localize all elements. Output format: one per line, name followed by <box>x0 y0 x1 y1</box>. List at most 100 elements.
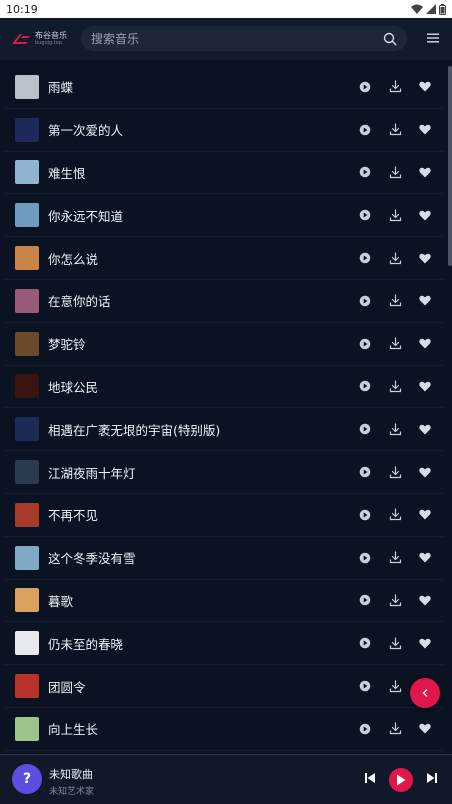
song-row[interactable]: 第一次爱的人 <box>4 109 444 152</box>
download-button[interactable] <box>380 551 410 564</box>
favorite-button[interactable] <box>410 295 440 306</box>
play-song-button[interactable] <box>350 209 380 221</box>
album-cover <box>15 74 39 99</box>
download-button[interactable] <box>380 679 410 693</box>
play-song-button[interactable] <box>350 124 380 136</box>
song-row[interactable]: 在意你的话 <box>4 280 444 323</box>
play-song-button[interactable] <box>350 423 380 435</box>
app-logo[interactable]: 布谷音乐 bugujg.top <box>10 32 76 46</box>
favorite-button[interactable] <box>410 595 440 606</box>
song-row[interactable]: 江湖夜雨十年灯 <box>4 451 444 494</box>
download-button[interactable] <box>380 380 410 393</box>
download-button[interactable] <box>380 637 410 650</box>
song-row[interactable]: 暮歌 <box>4 580 444 623</box>
play-song-button[interactable] <box>350 594 380 606</box>
play-song-button[interactable] <box>350 338 380 350</box>
song-row[interactable]: 不再不见 <box>4 494 444 537</box>
favorite-button[interactable] <box>410 509 440 520</box>
heart-icon <box>419 595 431 606</box>
play-song-button[interactable] <box>350 680 380 692</box>
favorite-button[interactable] <box>410 381 440 392</box>
play-song-button[interactable] <box>350 637 380 649</box>
player-avatar[interactable]: ? <box>12 764 42 794</box>
heart-icon <box>419 424 431 435</box>
play-song-button[interactable] <box>350 166 380 178</box>
download-button[interactable] <box>380 80 410 93</box>
heart-icon <box>419 510 431 520</box>
album-cover <box>15 716 39 741</box>
favorite-button[interactable] <box>410 638 440 649</box>
favorite-button[interactable] <box>410 723 440 734</box>
collapse-button[interactable] <box>410 678 440 708</box>
play-song-button[interactable] <box>350 81 380 93</box>
favorite-button[interactable] <box>410 124 440 135</box>
skip-next-icon[interactable] <box>426 772 438 784</box>
play-song-button[interactable] <box>350 252 380 264</box>
album-cover <box>15 374 39 399</box>
song-row[interactable]: 梦驼铃 <box>4 323 444 366</box>
heart-icon <box>419 210 431 221</box>
search-input[interactable]: 搜索音乐 <box>81 26 407 51</box>
skip-previous-icon[interactable] <box>364 772 376 784</box>
chevron-left-icon <box>422 689 428 697</box>
download-button[interactable] <box>380 465 410 479</box>
song-row[interactable]: 雨蝶 <box>4 66 444 109</box>
download-button[interactable] <box>380 594 410 607</box>
favorite-button[interactable] <box>410 467 440 478</box>
play-circle-icon <box>359 209 371 221</box>
search-placeholder: 搜索音乐 <box>91 32 140 46</box>
download-icon <box>389 80 401 93</box>
play-button[interactable] <box>389 768 413 792</box>
song-row[interactable]: 难生恨 <box>4 152 444 195</box>
play-song-button[interactable] <box>350 380 380 392</box>
song-row[interactable]: 地球公民 <box>4 366 444 409</box>
song-row[interactable]: 仍未至的春晓 <box>4 622 444 666</box>
download-icon <box>389 294 401 307</box>
scrollbar[interactable] <box>448 66 452 266</box>
download-icon <box>389 166 401 179</box>
play-song-button[interactable] <box>350 466 380 478</box>
play-song-button[interactable] <box>350 295 380 307</box>
favorite-button[interactable] <box>410 253 440 264</box>
song-row[interactable]: 团圆令 <box>4 665 444 708</box>
album-cover <box>15 160 39 185</box>
play-circle-icon <box>359 595 371 606</box>
download-button[interactable] <box>380 722 410 735</box>
download-button[interactable] <box>380 123 410 136</box>
play-song-button[interactable] <box>350 723 380 735</box>
download-button[interactable] <box>380 508 410 521</box>
favorite-button[interactable] <box>410 81 440 92</box>
song-row[interactable]: 向上生长 <box>4 708 444 751</box>
song-row[interactable]: 你永远不知道 <box>4 194 444 238</box>
song-row[interactable]: 相遇在广袤无垠的宇宙(特别版) <box>4 408 444 452</box>
logo-icon <box>12 34 30 44</box>
song-row[interactable]: 这个冬季没有雪 <box>4 537 444 580</box>
play-song-button[interactable] <box>350 509 380 521</box>
download-button[interactable] <box>380 251 410 265</box>
album-cover <box>15 674 39 699</box>
menu-icon[interactable] <box>426 32 440 44</box>
heart-icon <box>419 638 431 649</box>
download-icon <box>389 508 401 521</box>
download-icon <box>389 423 401 435</box>
play-song-button[interactable] <box>350 552 380 564</box>
download-button[interactable] <box>380 337 410 350</box>
favorite-button[interactable] <box>410 338 440 349</box>
download-button[interactable] <box>380 423 410 436</box>
search-icon[interactable] <box>383 32 397 46</box>
player-artist: 未知艺术家 <box>49 787 95 797</box>
heart-icon <box>419 467 431 478</box>
song-row[interactable]: 你怎么说 <box>4 237 444 280</box>
favorite-button[interactable] <box>410 210 440 221</box>
album-cover <box>15 417 39 442</box>
favorite-button[interactable] <box>410 552 440 563</box>
download-button[interactable] <box>380 166 410 179</box>
play-circle-icon <box>359 552 371 563</box>
download-button[interactable] <box>380 294 410 307</box>
download-button[interactable] <box>380 209 410 222</box>
favorite-button[interactable] <box>410 167 440 178</box>
mini-player[interactable]: ? 未知歌曲 未知艺术家 <box>0 754 452 804</box>
download-icon <box>389 380 401 393</box>
download-icon <box>389 637 401 649</box>
favorite-button[interactable] <box>410 424 440 435</box>
